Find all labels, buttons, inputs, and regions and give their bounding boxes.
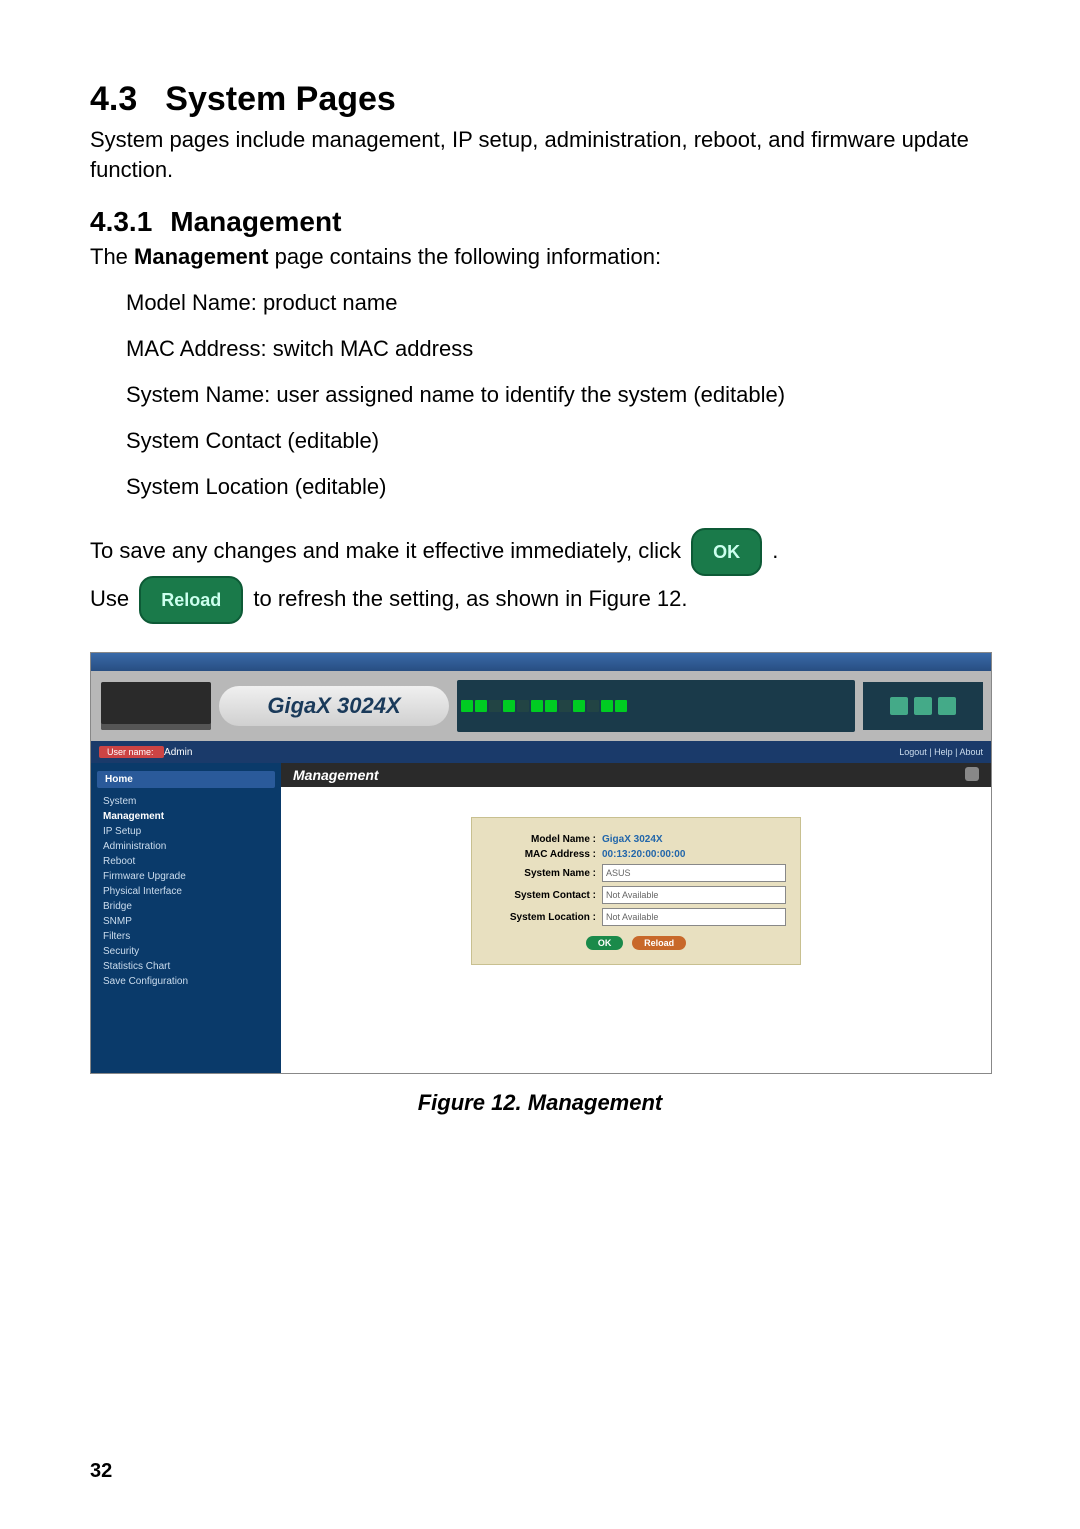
main-panel: Management Model Name : GigaX 3024X MAC …: [281, 763, 991, 1073]
user-value: Admin: [164, 747, 192, 758]
sidebar-item-filters[interactable]: Filters: [103, 929, 275, 944]
mac-value: 00:13:20:00:00:00: [602, 849, 685, 860]
section-number: 4.3: [90, 80, 137, 118]
figure-12: GigaX 3024X User name: Admin Logout | He…: [90, 652, 990, 1116]
mac-label: MAC Address :: [486, 849, 602, 860]
subsection-number: 4.3.1: [90, 206, 152, 237]
device-image: [101, 682, 211, 730]
sidebar-item-system[interactable]: System: [103, 794, 275, 809]
section-intro: System pages include management, IP setu…: [90, 125, 990, 184]
panel-title: Management: [293, 767, 379, 783]
management-form: Model Name : GigaX 3024X MAC Address : 0…: [471, 817, 801, 965]
sidebar-item-snmp[interactable]: SNMP: [103, 914, 275, 929]
location-label: System Location :: [486, 912, 602, 923]
port-led-icon: [461, 700, 473, 712]
status-icon: [938, 697, 956, 715]
list-item: MAC Address: switch MAC address: [126, 336, 990, 362]
model-label: Model Name :: [486, 834, 602, 845]
gear-icon[interactable]: [965, 767, 979, 781]
sidebar: Home System Management IP Setup Administ…: [91, 763, 281, 1073]
product-logo: GigaX 3024X: [219, 686, 449, 726]
sidebar-item-reboot[interactable]: Reboot: [103, 854, 275, 869]
list-item: System Name: user assigned name to ident…: [126, 382, 990, 408]
sidebar-item-security[interactable]: Security: [103, 944, 275, 959]
form-reload-button[interactable]: Reload: [632, 936, 686, 950]
sidebar-item-bridge[interactable]: Bridge: [103, 899, 275, 914]
list-item: System Contact (editable): [126, 428, 990, 454]
contact-input[interactable]: [602, 886, 786, 904]
window-titlebar: [91, 653, 991, 671]
reload-button[interactable]: Reload: [139, 576, 243, 624]
sidebar-home[interactable]: Home: [97, 771, 275, 788]
management-screenshot: GigaX 3024X User name: Admin Logout | He…: [90, 652, 992, 1074]
sidebar-item-firmware[interactable]: Firmware Upgrade: [103, 869, 275, 884]
status-icon: [890, 697, 908, 715]
location-input[interactable]: [602, 908, 786, 926]
figure-caption: Figure 12. Management: [90, 1090, 990, 1116]
sidebar-item-physical[interactable]: Physical Interface: [103, 884, 275, 899]
list-item: System Location (editable): [126, 474, 990, 500]
sidebar-item-ipsetup[interactable]: IP Setup: [103, 824, 275, 839]
header-icons: [863, 682, 983, 730]
status-icon: [914, 697, 932, 715]
panel-title-bar: Management: [281, 763, 991, 787]
subsection-lead: The Management page contains the followi…: [90, 244, 990, 270]
user-badge: User name:: [99, 746, 164, 758]
section-heading: 4.3 System Pages: [90, 80, 990, 119]
subsection-heading: 4.3.1 Management: [90, 206, 990, 238]
list-item: Model Name: product name: [126, 290, 990, 316]
form-ok-button[interactable]: OK: [586, 936, 624, 950]
top-links[interactable]: Logout | Help | About: [899, 747, 983, 757]
page-number: 32: [90, 1460, 112, 1483]
save-instruction: To save any changes and make it effectiv…: [90, 528, 990, 624]
contact-label: System Contact :: [486, 890, 602, 901]
sysname-label: System Name :: [486, 868, 602, 879]
section-title: System Pages: [165, 80, 396, 118]
port-panel: [457, 680, 855, 732]
sidebar-item-statistics[interactable]: Statistics Chart: [103, 959, 275, 974]
sidebar-item-saveconfig[interactable]: Save Configuration: [103, 974, 275, 989]
info-list: Model Name: product name MAC Address: sw…: [126, 290, 990, 500]
model-value: GigaX 3024X: [602, 834, 663, 845]
sidebar-item-administration[interactable]: Administration: [103, 839, 275, 854]
sysname-input[interactable]: [602, 864, 786, 882]
ok-button[interactable]: OK: [691, 528, 762, 576]
app-header: GigaX 3024X: [91, 671, 991, 741]
subsection-title: Management: [170, 206, 341, 237]
sidebar-item-management[interactable]: Management: [103, 809, 275, 824]
user-bar: User name: Admin Logout | Help | About: [91, 741, 991, 763]
